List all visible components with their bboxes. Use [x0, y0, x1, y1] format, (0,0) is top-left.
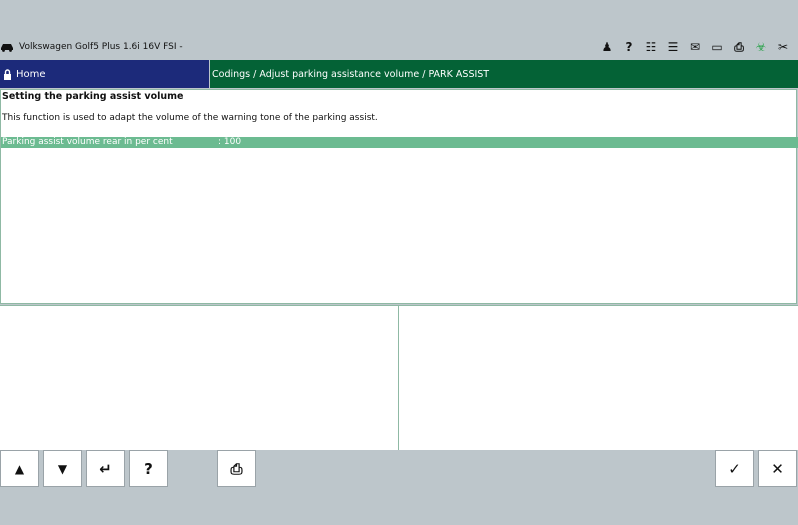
navigation-row: Home Codings / Adjust parking assistance… — [0, 60, 798, 88]
connection-icon[interactable]: ✂ — [772, 38, 794, 56]
person-tw-icon[interactable]: ♟ — [596, 38, 618, 56]
enter-button[interactable]: ↵ — [86, 450, 125, 487]
lock-icon — [4, 68, 11, 80]
value-row-label: Parking assist volume rear in per cent — [2, 137, 173, 147]
checkmark-icon: ✓ — [728, 459, 741, 478]
home-button[interactable]: Home — [0, 60, 209, 88]
info-panel-left — [0, 305, 399, 450]
info-panel-right — [399, 305, 798, 450]
question-icon: ? — [144, 459, 153, 478]
value-row[interactable]: Parking assist volume rear in per cent :… — [1, 137, 798, 148]
arrow-up-icon: ▲ — [14, 461, 25, 476]
print-icon[interactable]: ⎙ — [728, 38, 750, 56]
arrow-down-icon: ▼ — [57, 461, 68, 476]
tree-icon[interactable]: ☰ — [662, 38, 684, 56]
vehicle-name: Volkswagen Golf5 Plus 1.6i 16V FSI - — [19, 42, 183, 52]
page-title: Setting the parking assist volume — [2, 91, 184, 102]
enter-icon: ↵ — [99, 459, 112, 478]
battery-icon[interactable]: ▭ — [706, 38, 728, 56]
ok-button[interactable]: ✓ — [715, 450, 754, 487]
top-bar: Volkswagen Golf5 Plus 1.6i 16V FSI - ♟ ?… — [0, 36, 798, 58]
home-label: Home — [16, 68, 46, 80]
mail-icon[interactable]: ✉ — [684, 38, 706, 56]
close-icon: ✕ — [771, 459, 784, 478]
vehicle-info: Volkswagen Golf5 Plus 1.6i 16V FSI - — [0, 39, 183, 55]
main-panel: Setting the parking assist volume This f… — [0, 89, 798, 304]
scroll-up-button[interactable]: ▲ — [0, 450, 39, 487]
help-icon[interactable]: ? — [618, 38, 640, 56]
breadcrumb-text: Codings / Adjust parking assistance volu… — [212, 68, 490, 80]
cancel-button[interactable]: ✕ — [758, 450, 797, 487]
page-description: This function is used to adapt the volum… — [2, 113, 378, 123]
car-icon — [1, 44, 13, 52]
help-button[interactable]: ? — [129, 450, 168, 487]
scroll-down-button[interactable]: ▼ — [43, 450, 82, 487]
diagnosis-icon[interactable]: ☣ — [750, 38, 772, 56]
toolbar: ♟ ? ☷ ☰ ✉ ▭ ⎙ ☣ ✂ — [596, 38, 794, 56]
printer-icon: ⎙ — [230, 459, 243, 478]
breadcrumb: Codings / Adjust parking assistance volu… — [210, 60, 798, 88]
cart-icon[interactable]: ☷ — [640, 38, 662, 56]
value-row-value: : 100 — [218, 137, 242, 147]
print-button[interactable]: ⎙ — [217, 450, 256, 487]
